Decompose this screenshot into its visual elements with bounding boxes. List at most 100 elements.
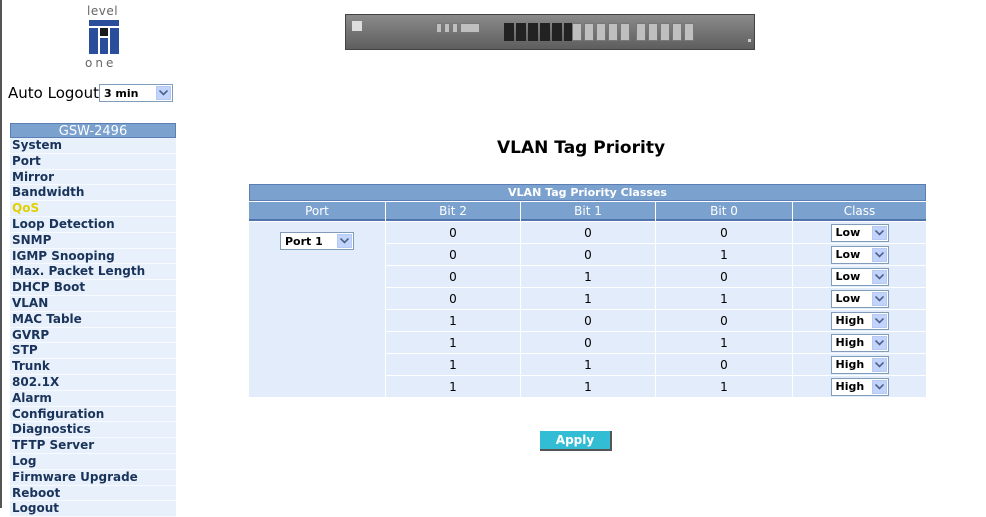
class-select-value: Low xyxy=(835,248,861,261)
table-caption: VLAN Tag Priority Classes xyxy=(249,184,926,201)
class-cell: High xyxy=(793,376,926,397)
chevron-down-icon xyxy=(337,234,352,248)
class-select[interactable]: High xyxy=(830,355,889,374)
bit-1-cell: 0 xyxy=(521,244,655,265)
menu-item-logout[interactable]: Logout xyxy=(10,501,176,517)
vlan-tag-priority-table: VLAN Tag Priority Classes Port Bit 2 Bit 1… xyxy=(248,183,927,398)
bit-1-cell: 1 xyxy=(521,266,655,287)
class-select[interactable]: Low xyxy=(830,245,889,264)
menu-item-igmp-snooping[interactable]: IGMP Snooping xyxy=(10,248,176,265)
class-select-value: Low xyxy=(835,292,861,305)
menu-item-qos[interactable]: QoS xyxy=(10,201,176,217)
menu-item-dhcp-boot[interactable]: DHCP Boot xyxy=(10,280,176,296)
port-select[interactable]: Port 1 xyxy=(280,232,354,250)
port-select-value: Port 1 xyxy=(285,234,323,248)
logo-text-top: level xyxy=(87,4,119,18)
panel-ports-group-3 xyxy=(636,23,694,41)
auto-logout-select[interactable]: 3 min xyxy=(98,84,173,102)
chevron-down-icon xyxy=(871,247,887,262)
levelone-logo: level one xyxy=(85,4,127,76)
menu-item-snmp[interactable]: SNMP xyxy=(10,232,176,249)
auto-logout-label: Auto Logout xyxy=(8,84,99,102)
bit-0-cell: 1 xyxy=(656,288,792,309)
bit-1-cell: 0 xyxy=(521,222,655,243)
bit-1-cell: 0 xyxy=(521,310,655,331)
menu-item-gvrp[interactable]: GVRP xyxy=(10,327,176,344)
column-header-class: Class xyxy=(793,202,926,221)
chevron-down-icon xyxy=(871,357,887,372)
panel-logo-icon xyxy=(352,21,362,31)
class-select[interactable]: Low xyxy=(830,267,889,286)
menu-item-loop-detection[interactable]: Loop Detection xyxy=(10,216,176,233)
chevron-down-icon xyxy=(871,291,887,306)
auto-logout: Auto Logout 3 min xyxy=(8,84,173,102)
panel-ports-dark xyxy=(504,23,574,41)
bit-0-cell: 1 xyxy=(656,244,792,265)
bit-2-cell: 0 xyxy=(386,266,520,287)
chevron-down-icon xyxy=(871,269,887,284)
panel-ports-group-2 xyxy=(572,23,630,41)
class-select[interactable]: Low xyxy=(830,289,889,308)
class-select-value: High xyxy=(835,380,865,393)
left-border xyxy=(0,0,2,508)
menu-item-firmware-upgrade[interactable]: Firmware Upgrade xyxy=(10,469,176,486)
menu-item-log[interactable]: Log xyxy=(10,453,176,470)
class-cell: High xyxy=(793,354,926,375)
bit-1-cell: 0 xyxy=(521,332,655,353)
menu-item-alarm[interactable]: Alarm xyxy=(10,390,176,407)
bit-2-cell: 0 xyxy=(386,244,520,265)
menu-item-mac-table[interactable]: MAC Table xyxy=(10,311,176,328)
chevron-down-icon xyxy=(871,313,887,328)
class-select[interactable]: High xyxy=(830,311,889,330)
menu-item-trunk[interactable]: Trunk xyxy=(10,359,176,375)
logo-text-bottom: one xyxy=(85,56,117,70)
bit-2-cell: 1 xyxy=(386,376,520,397)
class-select[interactable]: High xyxy=(830,333,889,352)
chevron-down-icon xyxy=(871,379,887,394)
menu-item-max-packet-length[interactable]: Max. Packet Length xyxy=(10,264,176,281)
bit-1-cell: 1 xyxy=(521,354,655,375)
menu-header: GSW-2496 xyxy=(10,123,176,139)
menu-item-diagnostics[interactable]: Diagnostics xyxy=(10,422,176,439)
column-header-bit-0: Bit 0 xyxy=(656,202,792,221)
bit-2-cell: 0 xyxy=(386,288,520,309)
bit-0-cell: 0 xyxy=(656,354,792,375)
menu-item-vlan[interactable]: VLAN xyxy=(10,295,176,312)
chevron-down-icon xyxy=(871,225,887,240)
column-header-bit-1: Bit 1 xyxy=(521,202,655,221)
bit-1-cell: 1 xyxy=(521,288,655,309)
bit-2-cell: 1 xyxy=(386,310,520,331)
menu-item-802-1x[interactable]: 802.1X xyxy=(10,374,176,391)
menu-item-system[interactable]: System xyxy=(10,138,176,154)
port-cell: Port 1 xyxy=(249,222,385,397)
class-cell: High xyxy=(793,332,926,353)
menu-item-configuration[interactable]: Configuration xyxy=(10,406,176,423)
menu-item-tftp-server[interactable]: TFTP Server xyxy=(10,438,176,454)
levelone-mark-icon xyxy=(89,20,119,54)
bit-0-cell: 1 xyxy=(656,332,792,353)
column-header-port: Port xyxy=(249,202,385,221)
menu-item-mirror[interactable]: Mirror xyxy=(10,169,176,186)
class-cell: High xyxy=(793,310,926,331)
class-cell: Low xyxy=(793,244,926,265)
class-select-value: High xyxy=(835,336,865,349)
chevron-down-icon xyxy=(155,86,171,100)
bit-2-cell: 1 xyxy=(386,332,520,353)
menu-item-reboot[interactable]: Reboot xyxy=(10,485,176,502)
class-select[interactable]: Low xyxy=(830,223,889,242)
class-select-value: Low xyxy=(835,226,861,239)
class-select[interactable]: High xyxy=(830,377,889,396)
menu-item-port[interactable]: Port xyxy=(10,153,176,170)
bit-2-cell: 1 xyxy=(386,354,520,375)
switch-front-panel-image xyxy=(345,14,755,50)
apply-button[interactable]: Apply xyxy=(540,431,612,451)
page-title: VLAN Tag Priority xyxy=(497,138,666,158)
column-header-bit-2: Bit 2 xyxy=(386,202,520,221)
menu-item-bandwidth[interactable]: Bandwidth xyxy=(10,185,176,202)
auto-logout-value: 3 min xyxy=(103,86,139,100)
left-menu: GSW-2496 System Port Mirror Bandwidth QoS Loo… xyxy=(10,123,176,517)
menu-item-stp[interactable]: STP xyxy=(10,343,176,360)
class-select-value: Low xyxy=(835,270,861,283)
class-select-value: High xyxy=(835,314,865,327)
bit-0-cell: 1 xyxy=(656,376,792,397)
